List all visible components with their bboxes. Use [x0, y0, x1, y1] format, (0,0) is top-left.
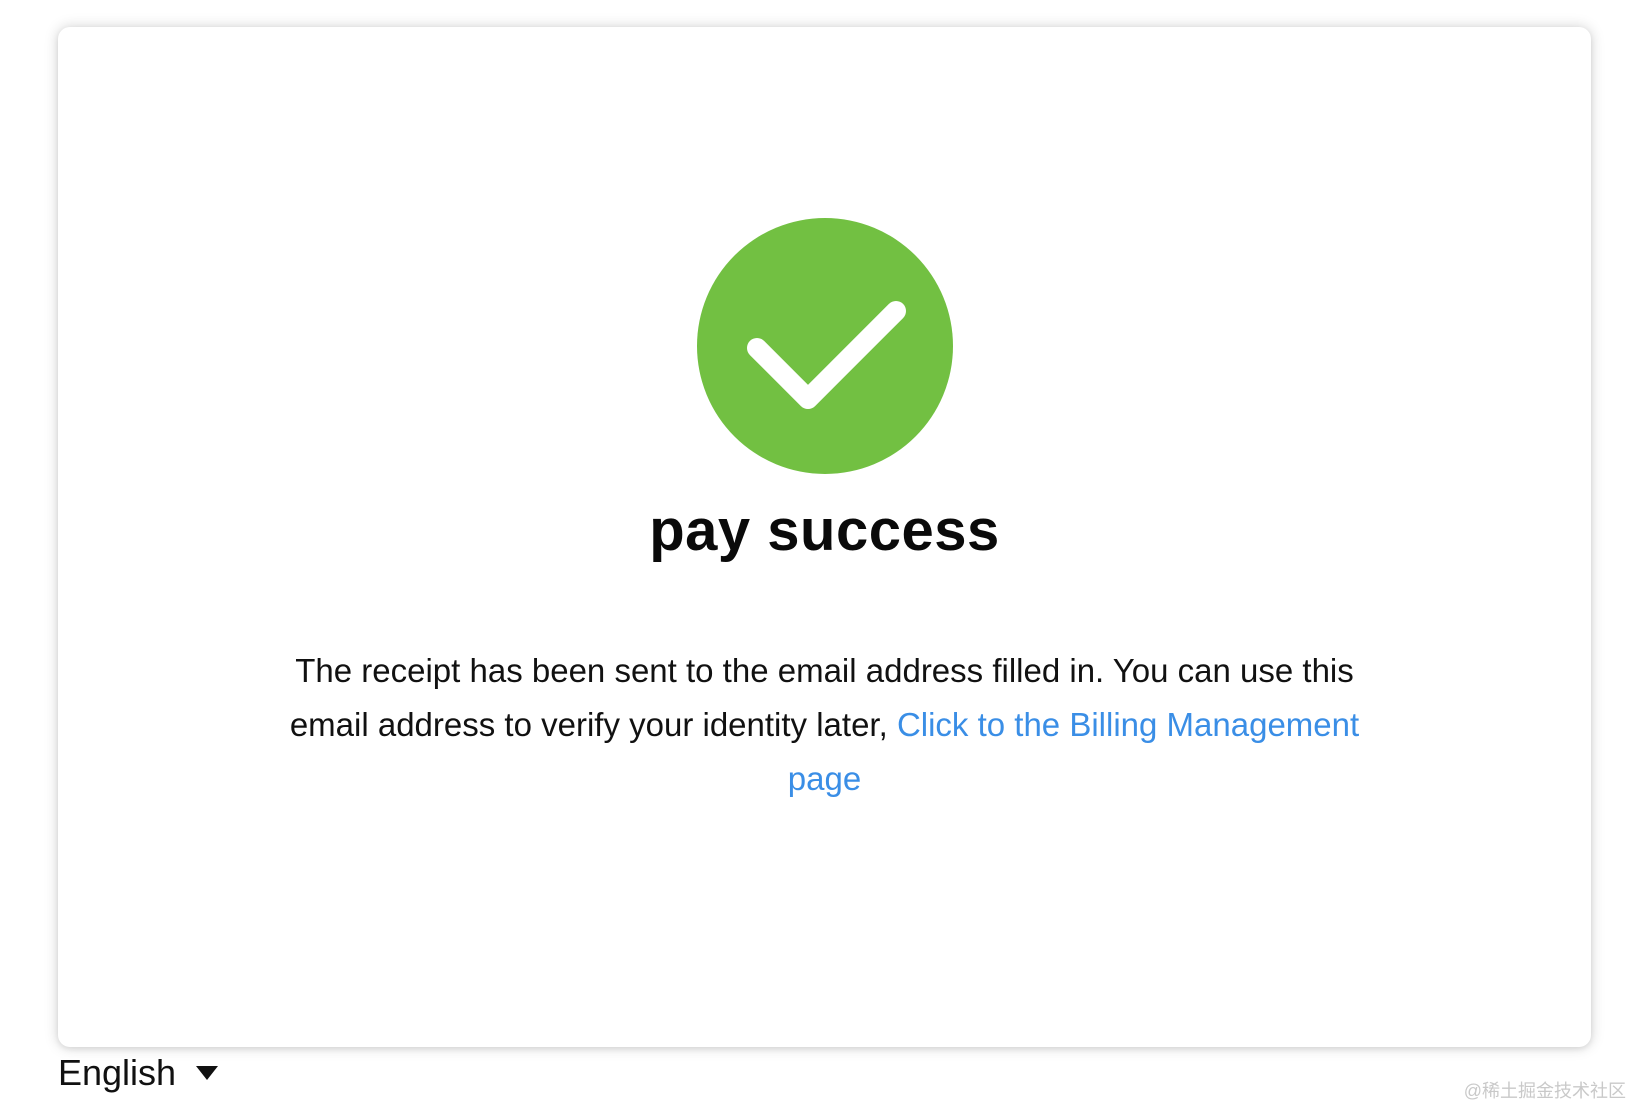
result-message: The receipt has been sent to the email a…: [275, 644, 1375, 806]
watermark: @稀土掘金技术社区: [1463, 1081, 1626, 1101]
check-circle-icon: [696, 218, 953, 474]
payment-result-content: pay success The receipt has been sent to…: [58, 218, 1591, 806]
language-selector[interactable]: English: [58, 1052, 219, 1093]
language-selector-label: English: [58, 1052, 177, 1093]
caret-down-icon: [196, 1066, 219, 1080]
payment-result-card: pay success The receipt has been sent to…: [58, 27, 1591, 1047]
page-title: pay success: [649, 498, 1000, 563]
